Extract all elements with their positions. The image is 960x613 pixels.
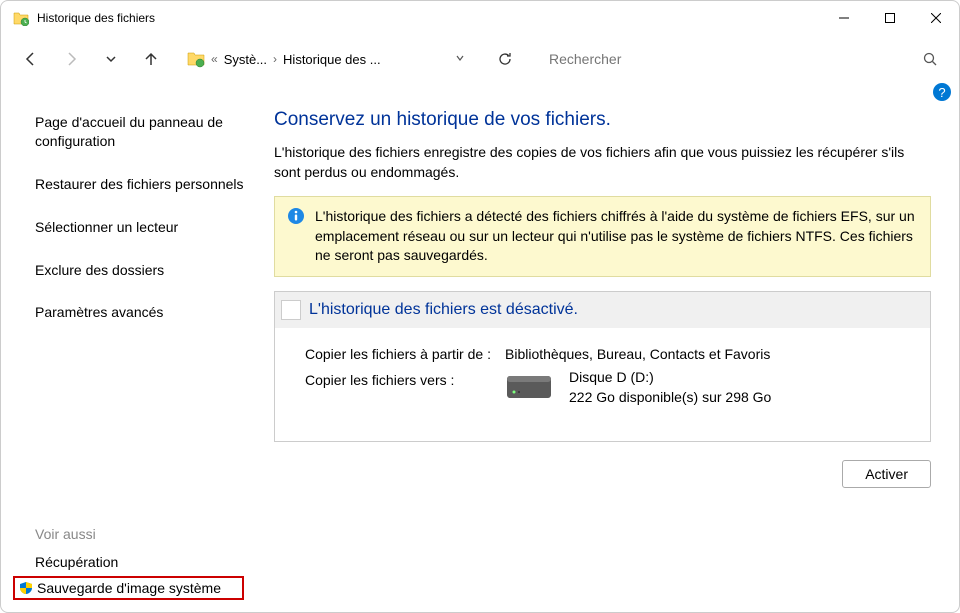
info-box: L'historique des fichiers a détecté des … — [274, 196, 931, 277]
file-history-icon — [13, 10, 29, 26]
up-button[interactable] — [133, 41, 169, 77]
forward-button[interactable] — [53, 41, 89, 77]
see-also-system-image[interactable]: Sauvegarde d'image système — [13, 576, 244, 600]
copy-from-label: Copier les fichiers à partir de : — [305, 346, 505, 362]
sidebar: Page d'accueil du panneau de configurati… — [1, 83, 256, 612]
sidebar-select-drive[interactable]: Sélectionner un lecteur — [35, 212, 244, 243]
maximize-button[interactable] — [867, 1, 913, 35]
info-icon — [287, 207, 305, 225]
disk-space: 222 Go disponible(s) sur 298 Go — [569, 388, 771, 408]
status-panel: L'historique des fichiers est désactivé.… — [274, 291, 931, 442]
recent-locations-button[interactable] — [93, 41, 129, 77]
sidebar-advanced[interactable]: Paramètres avancés — [35, 297, 244, 328]
disk-info: Disque D (D:) 222 Go disponible(s) sur 2… — [569, 368, 771, 407]
see-also-system-image-label: Sauvegarde d'image système — [37, 580, 221, 596]
titlebar: Historique des fichiers — [1, 1, 959, 35]
sidebar-restore[interactable]: Restaurer des fichiers personnels — [35, 169, 244, 200]
breadcrumb-item-1[interactable]: Systè... — [224, 52, 267, 67]
disk-icon — [505, 368, 553, 404]
page-title: Conservez un historique de vos fichiers. — [274, 109, 931, 131]
search-input[interactable] — [549, 51, 923, 67]
refresh-button[interactable] — [487, 41, 523, 77]
back-button[interactable] — [13, 41, 49, 77]
action-row: Activer — [274, 460, 931, 488]
info-text: L'historique des fichiers a détecté des … — [315, 208, 915, 263]
status-icon — [281, 300, 301, 320]
status-header: L'historique des fichiers est désactivé. — [275, 292, 930, 328]
disk-name: Disque D (D:) — [569, 368, 771, 388]
copy-from-value: Bibliothèques, Bureau, Contacts et Favor… — [505, 346, 910, 362]
sidebar-home[interactable]: Page d'accueil du panneau de configurati… — [35, 107, 244, 157]
minimize-button[interactable] — [821, 1, 867, 35]
breadcrumb[interactable]: « Systè... › Historique des ... — [181, 43, 471, 75]
search-box[interactable] — [539, 43, 947, 75]
copy-to-label: Copier les fichiers vers : — [305, 372, 505, 407]
activate-button[interactable]: Activer — [842, 460, 931, 488]
sidebar-exclude[interactable]: Exclure des dossiers — [35, 255, 244, 286]
see-also-header: Voir aussi — [35, 520, 244, 548]
search-icon[interactable] — [923, 52, 937, 66]
shield-icon — [19, 581, 33, 595]
main-panel: ? Conservez un historique de vos fichier… — [256, 83, 959, 612]
status-body: Copier les fichiers à partir de : Biblio… — [275, 328, 930, 441]
content-area: Page d'accueil du panneau de configurati… — [1, 83, 959, 612]
help-button[interactable]: ? — [933, 83, 951, 101]
chevron-down-icon[interactable] — [455, 53, 465, 66]
window-controls — [821, 1, 959, 35]
folder-icon — [187, 50, 205, 68]
breadcrumb-prefix: « — [209, 52, 220, 66]
breadcrumb-item-2[interactable]: Historique des ... — [283, 52, 381, 67]
window-title: Historique des fichiers — [37, 11, 821, 25]
status-title: L'historique des fichiers est désactivé. — [309, 301, 578, 319]
toolbar: « Systè... › Historique des ... — [1, 35, 959, 83]
see-also-recovery[interactable]: Récupération — [35, 548, 244, 576]
chevron-right-icon: › — [271, 52, 279, 66]
page-description: L'historique des fichiers enregistre des… — [274, 143, 931, 182]
close-button[interactable] — [913, 1, 959, 35]
